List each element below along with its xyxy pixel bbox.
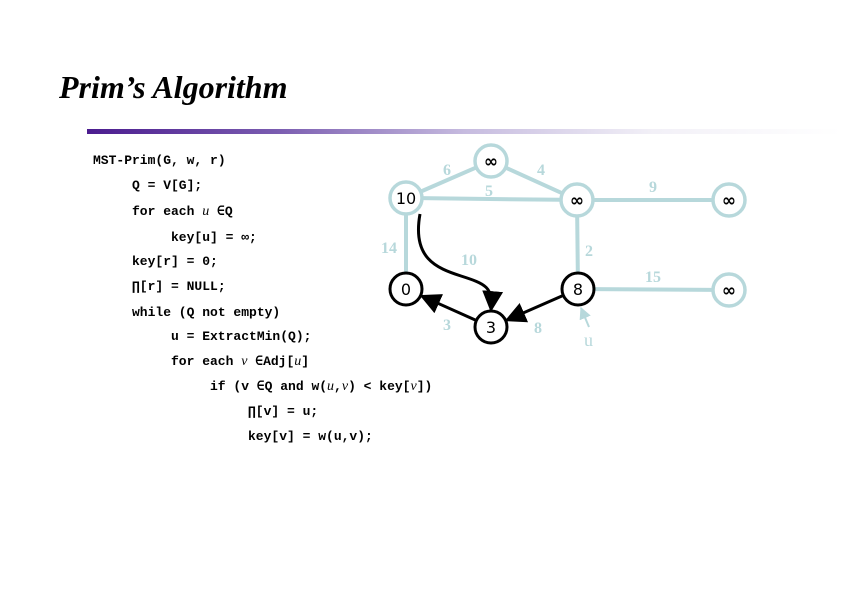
edge-weight-label: 6 [443,162,451,179]
node-key-label: 8 [573,280,583,299]
node-key-label: ∞ [722,281,736,301]
graph-node-u-node: 8 [560,271,596,307]
edge-weight-label: 3 [443,317,451,334]
graph-edge-left-bottom [417,213,504,313]
edge-weight-label: 8 [534,320,542,337]
graph-edge-u-node-far-right-bottom [593,287,713,292]
edge-weight-label: 14 [381,240,397,257]
graph-node-bottom: 3 [473,309,509,345]
u-pointer-arrow [579,306,591,328]
edge-weight-label: 15 [645,269,661,286]
graph-node-left: 10 [388,180,424,216]
edge-weight-label: 9 [649,179,657,196]
graph-edge-u-node-bottom [504,294,564,323]
graph-node-mid-right: ∞ [559,182,595,218]
node-key-label: ∞ [570,191,584,211]
graph-node-top: ∞ [473,143,509,179]
edge-weight-label: 4 [537,162,545,179]
graph-edge-mid-right-u-node [575,215,580,273]
node-key-label: ∞ [722,191,736,211]
graph-node-far-right-bottom: ∞ [711,272,747,308]
graph-node-far-right-top: ∞ [711,182,747,218]
node-key-label: 3 [486,318,496,337]
edge-weight-label: 10 [461,252,477,269]
edge-weight-label: 2 [585,243,593,260]
u-pointer-label: u [584,330,593,350]
node-key-label: 10 [396,189,416,208]
node-key-label: 0 [401,280,411,299]
node-key-label: ∞ [484,152,498,172]
graph-diagram: 6 4 5 9 14 10 2 15 3 8 ∞ 10 ∞ ∞ 0 3 8 ∞ u [381,143,747,350]
graph-edge-top-mid-right [504,165,563,195]
edge-weight-label: 5 [485,183,493,200]
graph-node-root: 0 [388,271,424,307]
